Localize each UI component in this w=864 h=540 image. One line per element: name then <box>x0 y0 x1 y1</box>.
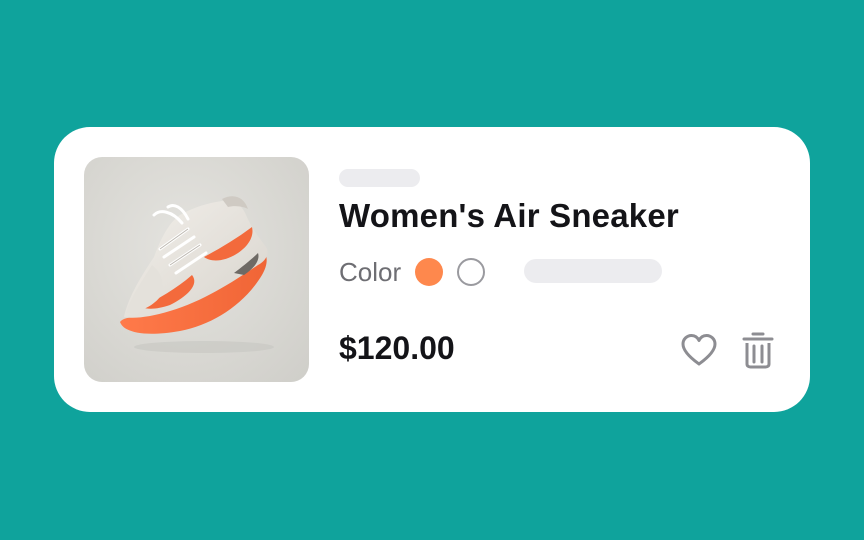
color-selector: Color <box>339 256 499 288</box>
product-price: $120.00 <box>339 330 455 366</box>
product-image[interactable] <box>84 157 309 382</box>
color-swatch-orange[interactable] <box>415 258 444 286</box>
delete-button[interactable] <box>738 330 778 370</box>
sneaker-photo <box>120 196 274 353</box>
favorite-button[interactable] <box>679 330 719 370</box>
color-label: Color <box>339 256 402 287</box>
cart-item-card: Women's Air Sneaker Color $120.00 <box>54 127 810 412</box>
variant-placeholder <box>524 259 662 283</box>
category-placeholder <box>339 169 420 187</box>
color-swatch-white[interactable] <box>457 258 486 286</box>
trash-icon <box>742 332 774 369</box>
product-title: Women's Air Sneaker <box>339 197 679 234</box>
heart-icon <box>681 334 717 366</box>
